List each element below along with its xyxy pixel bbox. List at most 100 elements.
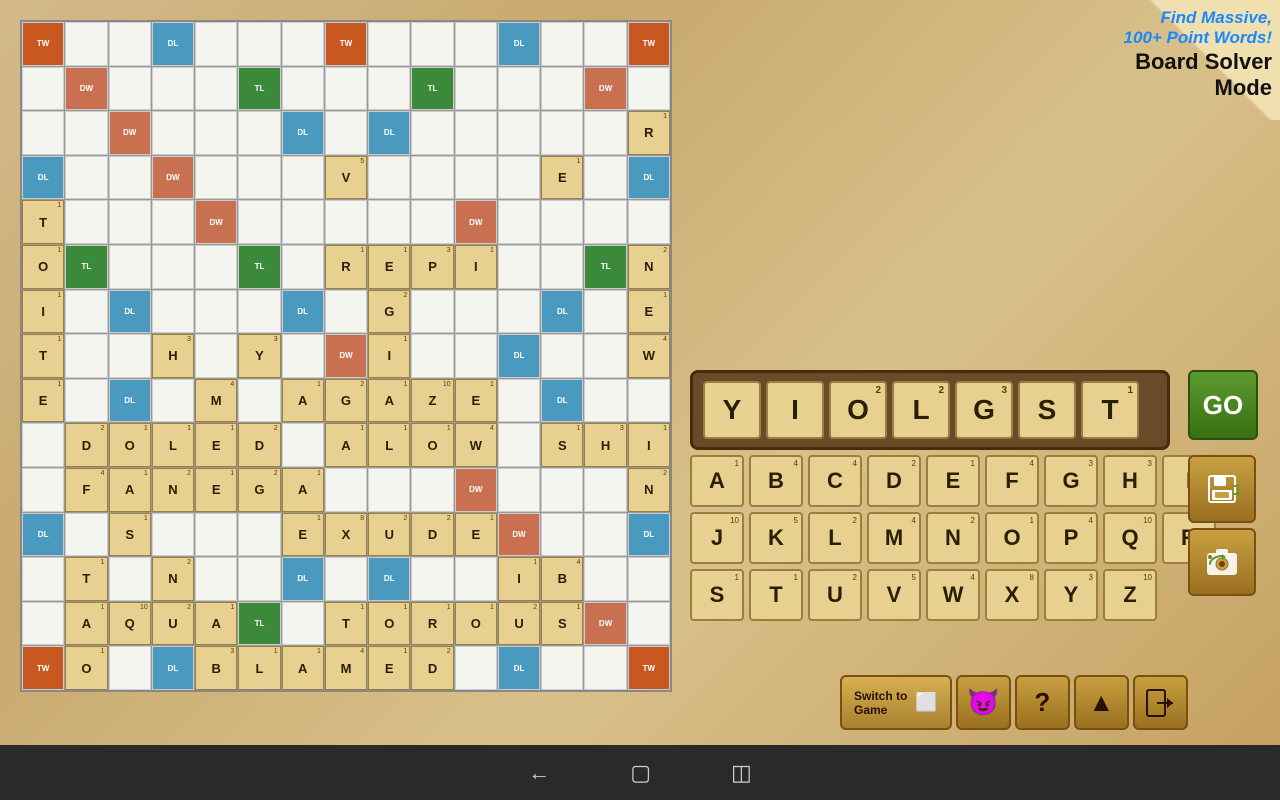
cell-0-4[interactable] (195, 22, 237, 66)
cell-10-7[interactable] (325, 468, 367, 512)
cell-12-1[interactable]: T1 (65, 557, 107, 601)
cell-0-11[interactable]: DL (498, 22, 540, 66)
cell-2-0[interactable] (22, 111, 64, 155)
cell-14-2[interactable] (109, 646, 151, 690)
key-S[interactable]: S1 (690, 569, 744, 621)
key-V[interactable]: V5 (867, 569, 921, 621)
cell-13-7[interactable]: T1 (325, 602, 367, 646)
cell-14-12[interactable] (541, 646, 583, 690)
cell-4-8[interactable] (368, 200, 410, 244)
cell-7-12[interactable] (541, 334, 583, 378)
cell-4-13[interactable] (584, 200, 626, 244)
cell-1-10[interactable] (455, 67, 497, 111)
cell-6-3[interactable] (152, 290, 194, 334)
cell-2-12[interactable] (541, 111, 583, 155)
cell-12-9[interactable] (411, 557, 453, 601)
cell-7-13[interactable] (584, 334, 626, 378)
cell-7-0[interactable]: T1 (22, 334, 64, 378)
cell-9-2[interactable]: O1 (109, 423, 151, 467)
rack-tile-L[interactable]: L2 (892, 381, 950, 439)
cell-8-6[interactable]: A1 (282, 379, 324, 423)
key-J[interactable]: J10 (690, 512, 744, 564)
cell-2-14[interactable]: R1 (628, 111, 670, 155)
cell-9-12[interactable]: S1 (541, 423, 583, 467)
cell-2-8[interactable]: DL (368, 111, 410, 155)
cell-3-5[interactable] (238, 156, 280, 200)
cell-11-10[interactable]: E1 (455, 513, 497, 557)
cell-4-11[interactable] (498, 200, 540, 244)
cell-7-6[interactable] (282, 334, 324, 378)
cell-14-13[interactable] (584, 646, 626, 690)
cell-2-3[interactable] (152, 111, 194, 155)
cell-11-12[interactable] (541, 513, 583, 557)
cell-14-8[interactable]: E1 (368, 646, 410, 690)
cell-12-0[interactable] (22, 557, 64, 601)
cell-14-6[interactable]: A1 (282, 646, 324, 690)
key-N[interactable]: N2 (926, 512, 980, 564)
cell-3-9[interactable] (411, 156, 453, 200)
exit-button[interactable] (1133, 675, 1188, 730)
cell-6-12[interactable]: DL (541, 290, 583, 334)
cell-10-13[interactable] (584, 468, 626, 512)
cell-14-11[interactable]: DL (498, 646, 540, 690)
switch-game-button[interactable]: Switch toGame ⬜ (840, 675, 952, 730)
cell-5-4[interactable] (195, 245, 237, 289)
key-W[interactable]: W4 (926, 569, 980, 621)
cell-10-5[interactable]: G2 (238, 468, 280, 512)
cell-11-7[interactable]: X8 (325, 513, 367, 557)
cell-2-10[interactable] (455, 111, 497, 155)
cell-9-10[interactable]: W4 (455, 423, 497, 467)
cell-7-3[interactable]: H3 (152, 334, 194, 378)
cell-1-11[interactable] (498, 67, 540, 111)
cell-1-8[interactable] (368, 67, 410, 111)
cell-5-14[interactable]: N2 (628, 245, 670, 289)
cell-13-12[interactable]: S1 (541, 602, 583, 646)
cell-14-0[interactable]: TW (22, 646, 64, 690)
cell-9-1[interactable]: D2 (65, 423, 107, 467)
cell-13-8[interactable]: O1 (368, 602, 410, 646)
cell-7-11[interactable]: DL (498, 334, 540, 378)
rack-tile-G[interactable]: G3 (955, 381, 1013, 439)
cell-10-1[interactable]: F4 (65, 468, 107, 512)
cell-0-14[interactable]: TW (628, 22, 670, 66)
rack-tile-I[interactable]: I (766, 381, 824, 439)
cell-4-9[interactable] (411, 200, 453, 244)
cell-2-2[interactable]: DW (109, 111, 151, 155)
cell-3-2[interactable] (109, 156, 151, 200)
cell-0-13[interactable] (584, 22, 626, 66)
cell-8-0[interactable]: E1 (22, 379, 64, 423)
cell-2-6[interactable]: DL (282, 111, 324, 155)
cell-12-5[interactable] (238, 557, 280, 601)
go-button[interactable]: GO (1188, 370, 1258, 440)
cell-3-14[interactable]: DL (628, 156, 670, 200)
cell-11-8[interactable]: U2 (368, 513, 410, 557)
cell-11-6[interactable]: E1 (282, 513, 324, 557)
key-E[interactable]: E1 (926, 455, 980, 507)
cell-12-13[interactable] (584, 557, 626, 601)
cell-4-6[interactable] (282, 200, 324, 244)
cell-12-6[interactable]: DL (282, 557, 324, 601)
key-F[interactable]: F4 (985, 455, 1039, 507)
cell-10-3[interactable]: N2 (152, 468, 194, 512)
cell-1-14[interactable] (628, 67, 670, 111)
cell-2-9[interactable] (411, 111, 453, 155)
cell-7-5[interactable]: Y3 (238, 334, 280, 378)
cell-14-14[interactable]: TW (628, 646, 670, 690)
cell-7-9[interactable] (411, 334, 453, 378)
cell-12-3[interactable]: N2 (152, 557, 194, 601)
rack-tile-T[interactable]: T1 (1081, 381, 1139, 439)
cell-4-7[interactable] (325, 200, 367, 244)
cell-11-0[interactable]: DL (22, 513, 64, 557)
cell-1-0[interactable] (22, 67, 64, 111)
cell-6-8[interactable]: G2 (368, 290, 410, 334)
cell-2-7[interactable] (325, 111, 367, 155)
cell-12-14[interactable] (628, 557, 670, 601)
cell-6-9[interactable] (411, 290, 453, 334)
cell-0-0[interactable]: TW (22, 22, 64, 66)
cell-0-1[interactable] (65, 22, 107, 66)
cell-0-6[interactable] (282, 22, 324, 66)
rack-tile-Y[interactable]: Y (703, 381, 761, 439)
cell-4-1[interactable] (65, 200, 107, 244)
cell-1-12[interactable] (541, 67, 583, 111)
cell-5-0[interactable]: O1 (22, 245, 64, 289)
